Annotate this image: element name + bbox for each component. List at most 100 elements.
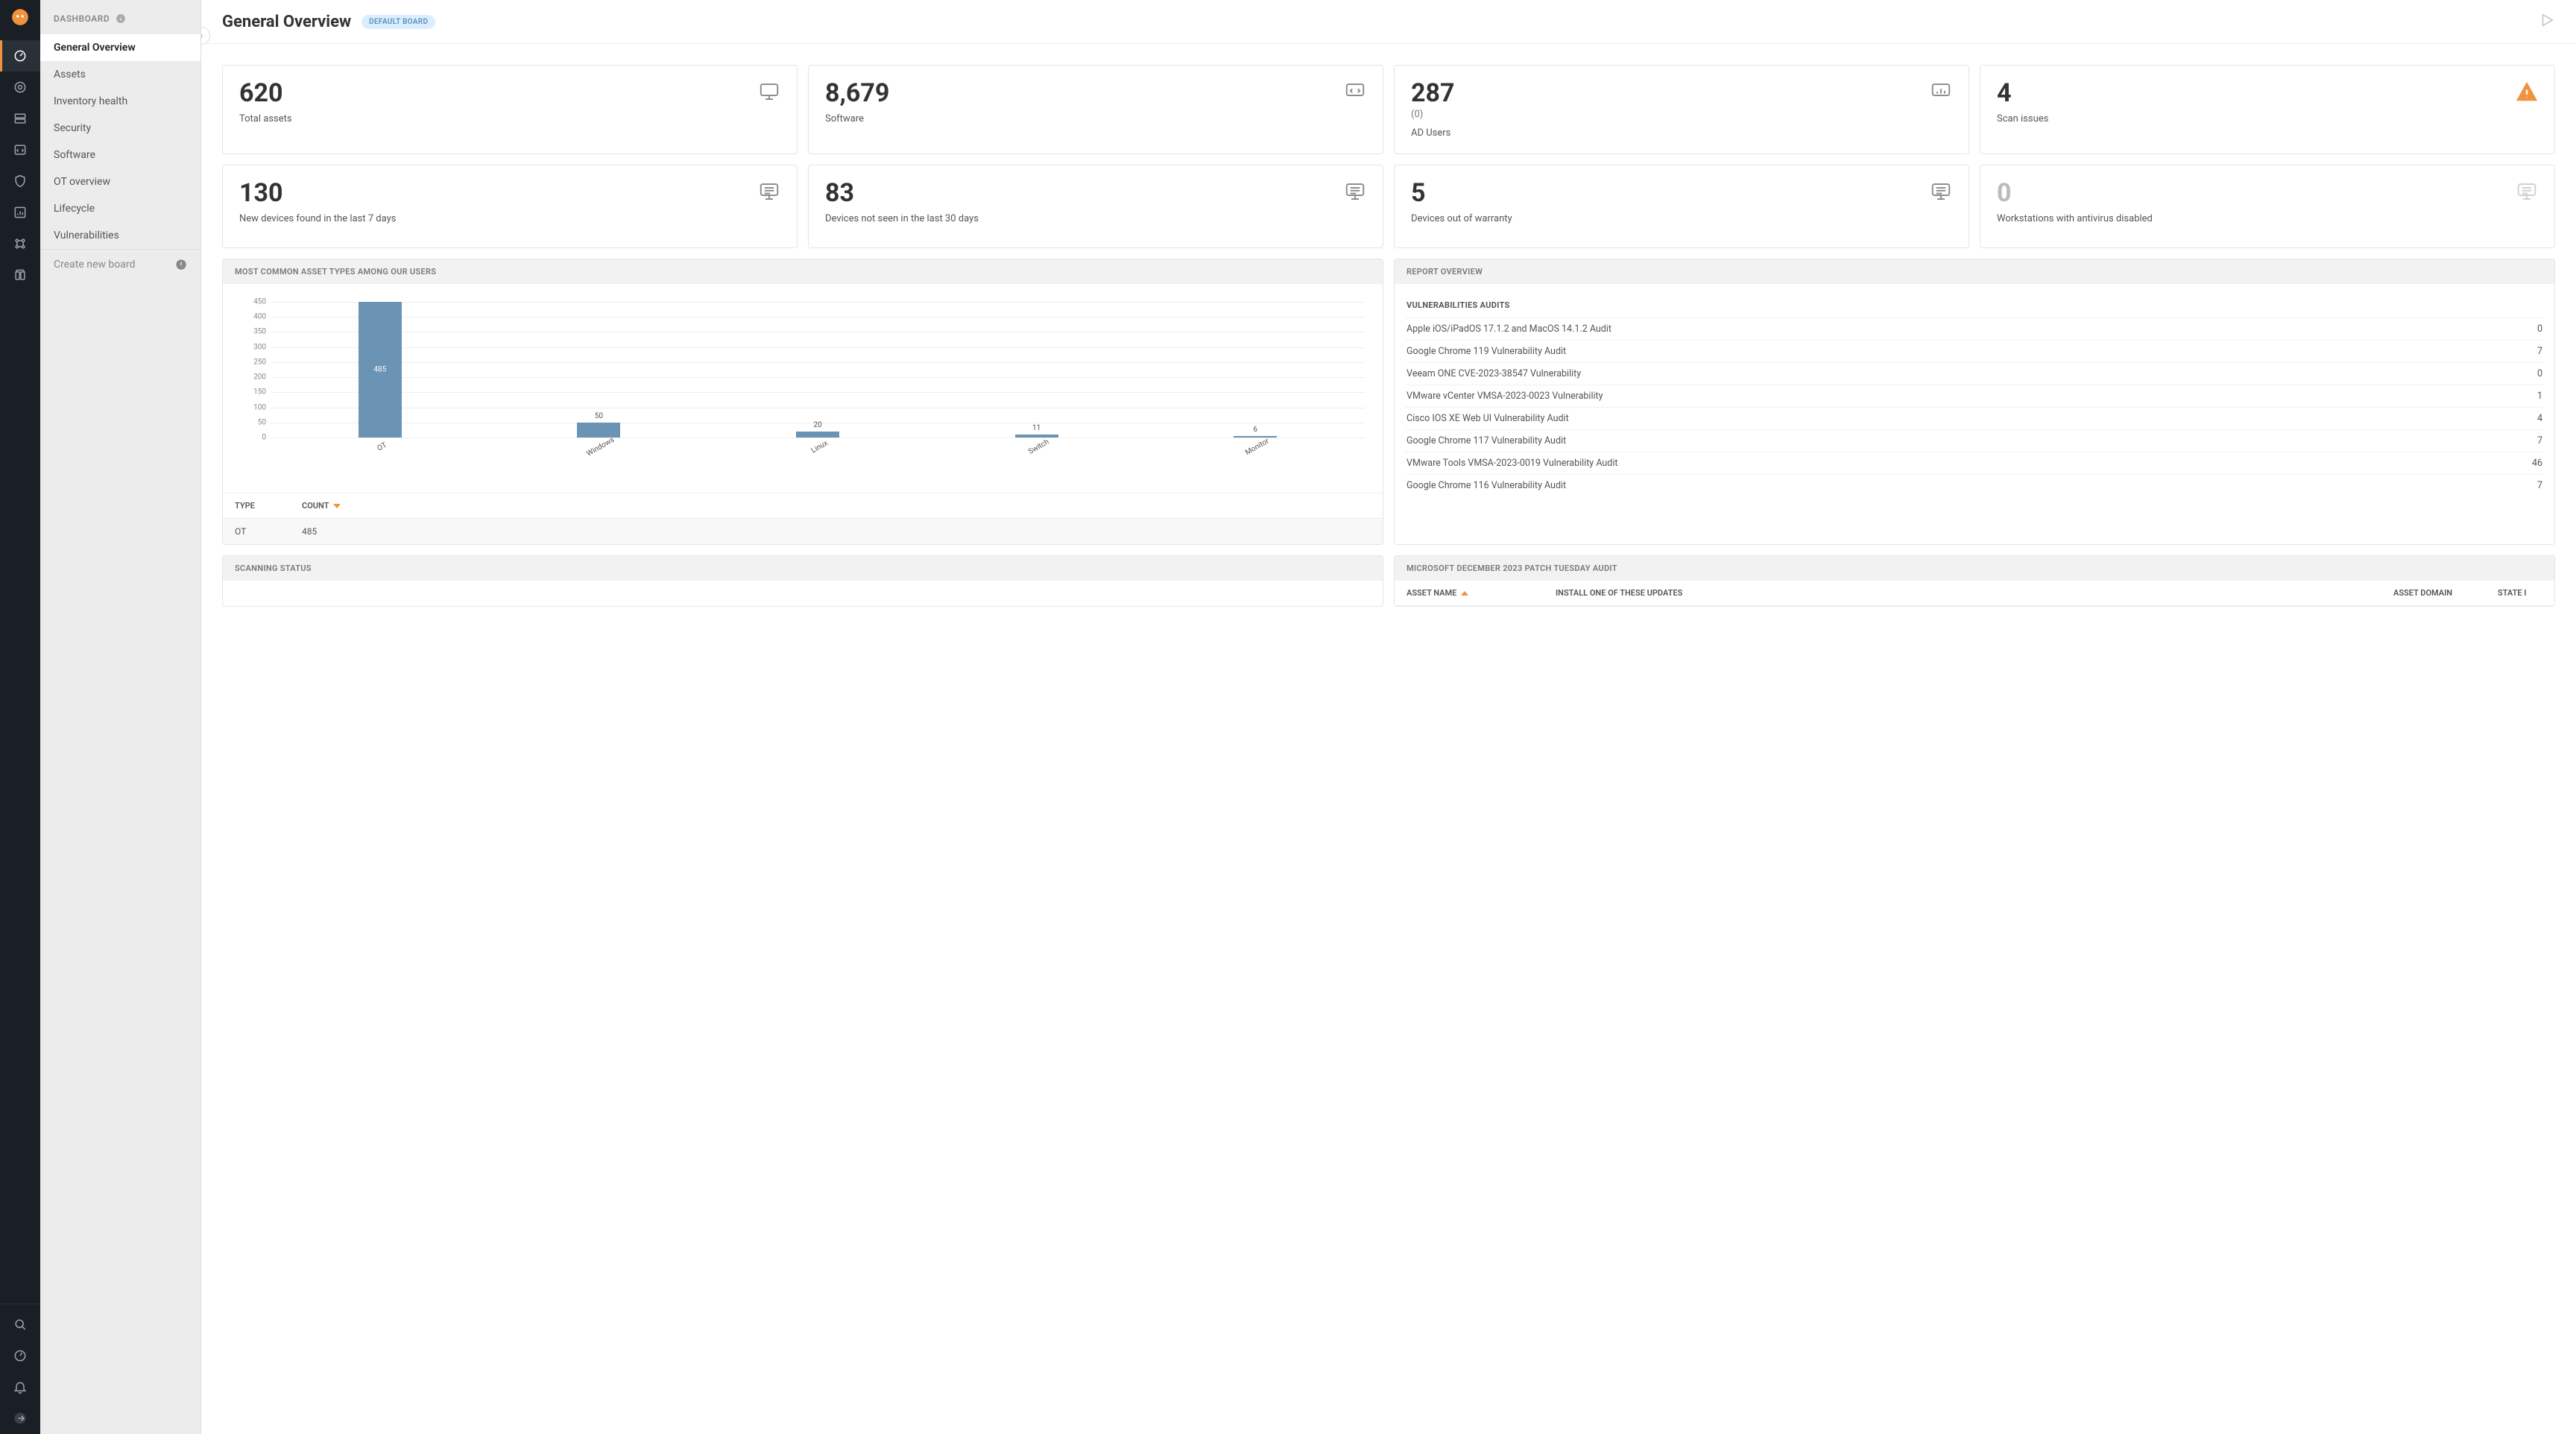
stat-card-new-devices-found-in-the-last-7-days[interactable]: 130New devices found in the last 7 days (222, 165, 798, 248)
content: 620Total assets8,679Software287(0)AD Use… (201, 44, 2576, 1434)
gauge-icon[interactable] (0, 1340, 40, 1371)
card-sub: (0) (1411, 109, 1455, 120)
nav-dashboard-icon[interactable] (0, 40, 40, 72)
asset-table-row[interactable]: OT 485 (223, 519, 1383, 544)
nav-shield-icon[interactable] (0, 165, 40, 197)
patch-col-asset-name[interactable]: ASSET NAME (1407, 588, 1541, 598)
chart-xlabel: Linux (810, 439, 830, 455)
report-count: 7 (2537, 435, 2542, 446)
patch-col-install[interactable]: INSTALL ONE OF THESE UPDATES (1556, 588, 2378, 598)
chevron-down-icon (333, 502, 341, 510)
app-logo[interactable] (10, 7, 30, 27)
chart-bar-windows[interactable]: 50Windows (490, 302, 709, 438)
report-row[interactable]: Google Chrome 116 Vulnerability Audit7 (1405, 475, 2544, 496)
stat-card-software[interactable]: 8,679Software (808, 65, 1383, 154)
chart-bar-value: 50 (595, 412, 603, 420)
nav-code-icon[interactable] (0, 134, 40, 165)
stat-card-ad-users[interactable]: 287(0)AD Users (1394, 65, 1969, 154)
chart-ytick: 300 (233, 343, 266, 351)
patch-col-state[interactable]: STATE I (2498, 588, 2542, 598)
report-row[interactable]: Google Chrome 119 Vulnerability Audit 7 (1405, 341, 2544, 363)
report-name: Cisco IOS XE Web UI Vulnerability Audit (1407, 413, 1569, 424)
asset-table-header: TYPE COUNT (223, 493, 1383, 519)
create-board-button[interactable]: Create new board (40, 249, 201, 279)
bell-icon[interactable] (0, 1371, 40, 1403)
default-board-badge: DEFAULT BOARD (362, 15, 435, 29)
code-monitor-icon (1344, 80, 1366, 106)
sidebar-item-general-overview[interactable]: General Overview (40, 34, 201, 61)
sidebar-item-vulnerabilities[interactable]: Vulnerabilities (40, 222, 201, 249)
page-title: General Overview (222, 13, 351, 31)
sidebar-item-security[interactable]: Security (40, 115, 201, 142)
asset-table-col-count[interactable]: COUNT (302, 501, 341, 511)
chart-bar-value: 6 (1253, 426, 1257, 434)
panel-report-overview: REPORT OVERVIEW VULNERABILITIES AUDITS A… (1394, 259, 2555, 545)
chart-bar-value: 20 (813, 421, 821, 429)
monitor-icon (758, 80, 780, 106)
list-monitor-icon (2516, 180, 2538, 206)
info-icon[interactable] (116, 13, 126, 24)
stat-card-devices-out-of-warranty[interactable]: 5Devices out of warranty (1394, 165, 1969, 248)
nav-storage-icon[interactable] (0, 259, 40, 291)
nav-server-icon[interactable] (0, 103, 40, 134)
report-count: 7 (2537, 480, 2542, 491)
report-row[interactable]: Veeam ONE CVE-2023-38547 Vulnerability0 (1405, 363, 2544, 385)
chart-ytick: 150 (233, 388, 266, 397)
stat-card-devices-not-seen-in-the-last-30-days[interactable]: 83Devices not seen in the last 30 days (808, 165, 1383, 248)
stat-card-total-assets[interactable]: 620Total assets (222, 65, 798, 154)
stat-card-workstations-with-antivirus-disabled[interactable]: 0 Workstations with antivirus disabled (1980, 165, 2555, 248)
report-count: 7 (2537, 346, 2542, 357)
report-count: 4 (2537, 413, 2542, 424)
report-row[interactable]: Apple iOS/iPadOS 17.1.2 and MacOS 14.1.2… (1405, 318, 2544, 341)
iconbar (0, 0, 40, 1434)
sidebar: DASHBOARD General OverviewAssetsInventor… (40, 0, 201, 1434)
stat-card-scan-issues[interactable]: 4Scan issues (1980, 65, 2555, 154)
sidebar-header: DASHBOARD (40, 0, 201, 34)
report-count: 46 (2532, 458, 2542, 469)
nav-scan-icon[interactable] (0, 72, 40, 103)
logout-icon[interactable] (0, 1403, 40, 1434)
chart-xlabel: Switch (1027, 438, 1050, 456)
report-name: Google Chrome 119 Vulnerability Audit (1407, 346, 1566, 357)
asset-row-count: 485 (302, 526, 317, 537)
card-value: 0 (1997, 180, 2153, 206)
report-row[interactable]: VMware Tools VMSA-2023-0019 Vulnerabilit… (1405, 452, 2544, 475)
card-value: 83 (825, 180, 979, 206)
report-row[interactable]: VMware vCenter VMSA-2023-0023 Vulnerabil… (1405, 385, 2544, 408)
search-icon[interactable] (0, 1309, 40, 1340)
card-label: New devices found in the last 7 days (239, 213, 396, 224)
sidebar-item-assets[interactable]: Assets (40, 61, 201, 88)
warning-icon (2516, 80, 2538, 106)
sidebar-item-ot-overview[interactable]: OT overview (40, 168, 201, 195)
sidebar-item-lifecycle[interactable]: Lifecycle (40, 195, 201, 222)
nav-analytics-icon[interactable] (0, 197, 40, 228)
chart-bar-switch[interactable]: 11Switch (927, 302, 1146, 438)
list-monitor-icon (1344, 180, 1366, 206)
sidebar-item-software[interactable]: Software (40, 142, 201, 168)
chart-bar-linux[interactable]: 20Linux (708, 302, 927, 438)
report-row[interactable]: Cisco IOS XE Web UI Vulnerability Audit 4 (1405, 408, 2544, 430)
chart-bar-monitor[interactable]: 6Monitor (1146, 302, 1365, 438)
report-count: 0 (2537, 323, 2542, 335)
chart-ytick: 100 (233, 403, 266, 411)
report-name: VMware Tools VMSA-2023-0019 Vulnerabilit… (1407, 458, 1617, 469)
asset-table-col-type[interactable]: TYPE (235, 501, 302, 511)
main: ‹ General Overview DEFAULT BOARD 620Tota… (201, 0, 2576, 1434)
chart-xlabel: Monitor (1244, 437, 1271, 457)
report-name: Veeam ONE CVE-2023-38547 Vulnerability (1407, 368, 1581, 379)
card-label: Scan issues (1997, 113, 2048, 124)
card-label: Workstations with antivirus disabled (1997, 213, 2153, 224)
report-section-title: VULNERABILITIES AUDITS (1405, 294, 2544, 318)
chart-xlabel: Windows (586, 436, 616, 458)
sidebar-item-inventory-health[interactable]: Inventory health (40, 88, 201, 115)
patch-col-domain[interactable]: ASSET DOMAIN (2393, 588, 2483, 598)
asset-row-type: OT (235, 526, 302, 537)
topbar: General Overview DEFAULT BOARD (201, 0, 2576, 44)
chart-ytick: 50 (233, 418, 266, 426)
panel-patch-title: MICROSOFT DECEMBER 2023 PATCH TUESDAY AU… (1395, 556, 2554, 581)
sidebar-header-label: DASHBOARD (54, 13, 110, 24)
report-row[interactable]: Google Chrome 117 Vulnerability Audit7 (1405, 430, 2544, 452)
play-button[interactable] (2539, 12, 2555, 31)
nav-integrations-icon[interactable] (0, 228, 40, 259)
chart-bar-ot[interactable]: 485OT (271, 302, 490, 438)
